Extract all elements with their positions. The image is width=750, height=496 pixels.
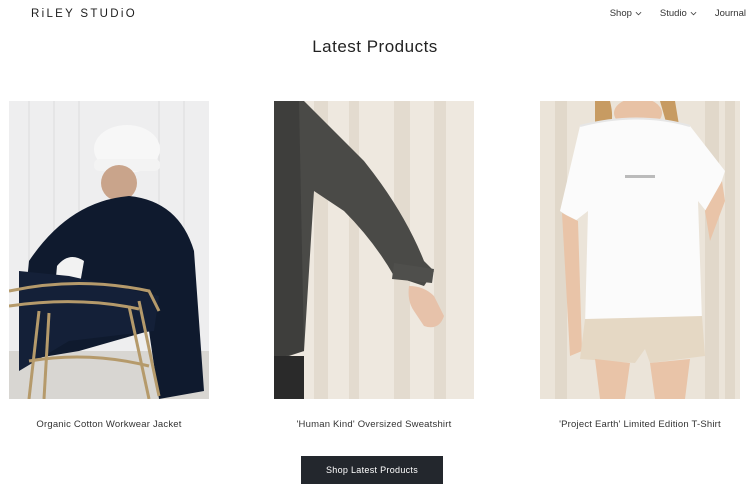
product-card[interactable]: 'Project Earth' Limited Edition T-Shirt: [540, 101, 740, 430]
product-image-sweatshirt[interactable]: [274, 101, 474, 399]
product-card[interactable]: 'Human Kind' Oversized Sweatshirt: [274, 101, 474, 430]
nav-item-studio[interactable]: Studio: [660, 8, 697, 19]
site-header: RiLEY STUDiO Shop Studio Journal: [0, 0, 750, 28]
nav-item-journal[interactable]: Journal: [715, 8, 746, 19]
product-card[interactable]: Organic Cotton Workwear Jacket: [9, 101, 209, 430]
nav-item-shop[interactable]: Shop: [610, 8, 642, 19]
section-title: Latest Products: [312, 37, 438, 56]
product-image-jacket[interactable]: [9, 101, 209, 399]
site-logo[interactable]: RiLEY STUDiO: [31, 8, 137, 20]
main-nav: Shop Studio Journal: [610, 8, 746, 19]
product-name[interactable]: Organic Cotton Workwear Jacket: [0, 419, 229, 430]
nav-item-label: Shop: [609, 8, 632, 19]
product-name[interactable]: 'Human Kind' Oversized Sweatshirt: [254, 419, 494, 430]
chevron-down-icon: [690, 11, 697, 16]
nav-item-label: Studio: [659, 8, 687, 19]
shop-latest-products-button[interactable]: Shop Latest Products: [301, 456, 443, 484]
chevron-down-icon: [635, 11, 642, 16]
product-image-tshirt[interactable]: [540, 101, 740, 399]
product-name[interactable]: 'Project Earth' Limited Edition T-Shirt: [520, 419, 750, 430]
nav-item-label: Journal: [714, 8, 746, 19]
